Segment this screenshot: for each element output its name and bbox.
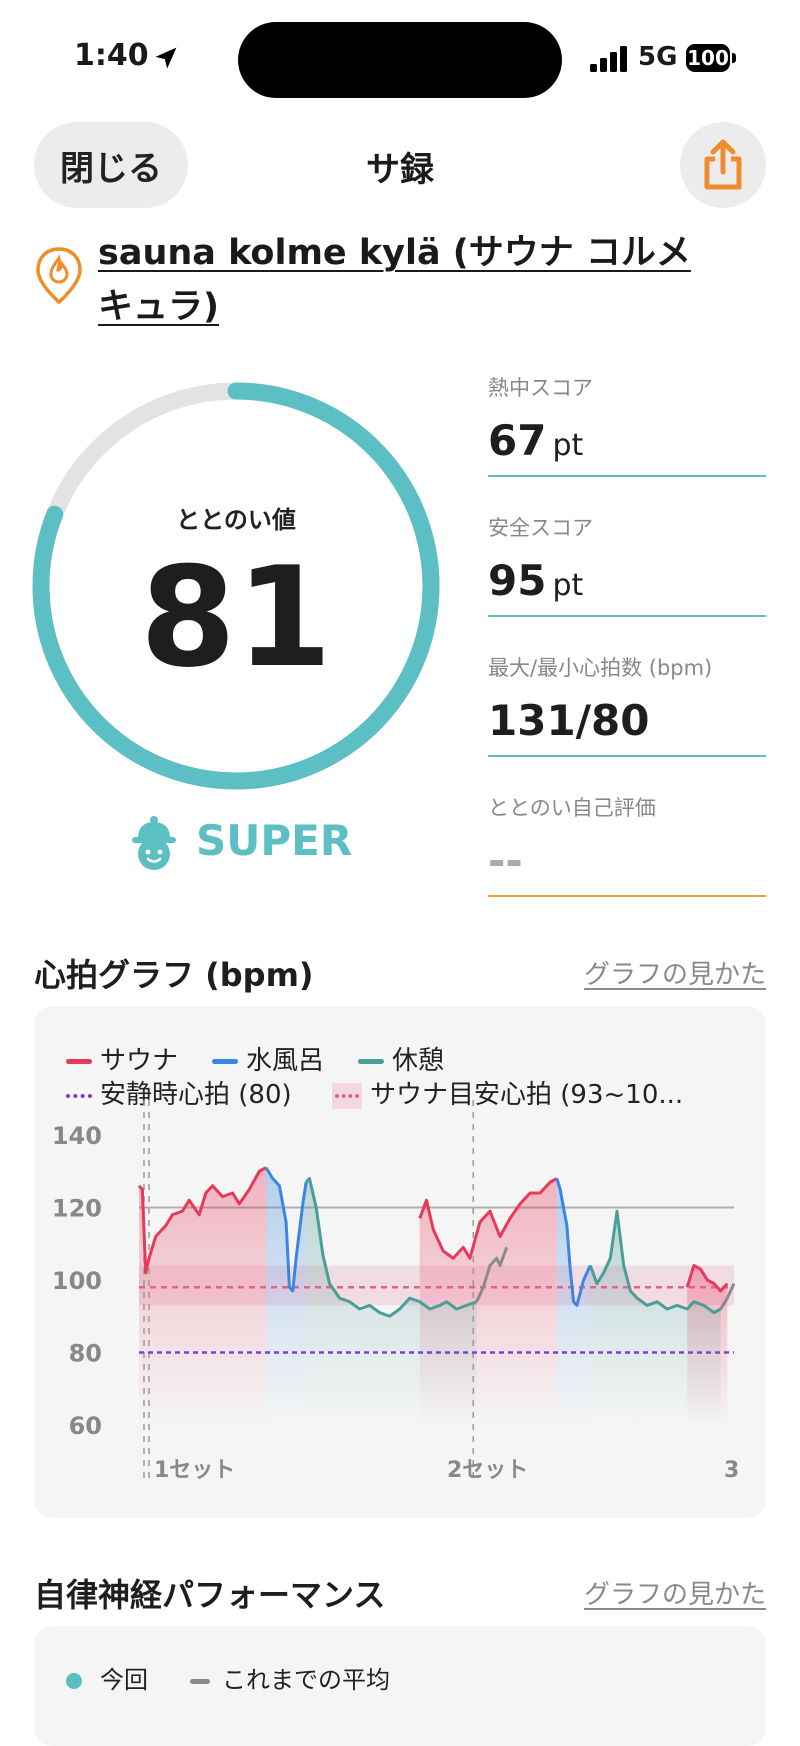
heart-graph-title: 心拍グラフ (bpm) [34, 956, 314, 994]
legend-rest-swatch [358, 1059, 384, 1064]
autonomic-title: 自律神経パフォーマンス [34, 1576, 386, 1614]
y-tick-label: 80 [69, 1340, 102, 1368]
autonomic-help-link[interactable]: グラフの見かた [584, 1574, 766, 1611]
safety-score-label: 安全スコア [488, 516, 593, 540]
area-fill [590, 1211, 721, 1425]
heart-rate-range-value: 131/80 [488, 696, 650, 745]
average-swatch [190, 1678, 210, 1684]
share-button[interactable] [680, 122, 766, 208]
y-tick-label: 120 [52, 1195, 102, 1223]
facility-name-link[interactable]: sauna kolme kylä (サウナ コルメキュラ) [98, 226, 698, 334]
divider [488, 615, 766, 617]
heat-score-label: 熱中スコア [488, 376, 593, 400]
legend-resting-swatch [66, 1093, 92, 1098]
set-label: 3 [724, 1458, 739, 1483]
legend-sauna: サウナ [66, 1040, 178, 1077]
self-rating-value[interactable]: -- [488, 836, 523, 885]
autonomic-legend-current: 今回 [66, 1660, 148, 1695]
legend-cold-swatch [212, 1059, 238, 1064]
y-tick-label: 60 [69, 1412, 102, 1440]
legend-cold: 水風呂 [212, 1040, 324, 1077]
status-time: 1:40 [74, 38, 149, 73]
heart-rate-range-label: 最大/最小心拍数 (bpm) [488, 656, 713, 680]
sauna-pin-icon [36, 247, 82, 305]
sauna-hat-mascot-icon [132, 816, 176, 870]
set-label: 2セット [447, 1458, 528, 1483]
y-tick-label: 100 [52, 1267, 102, 1295]
network-type: 5G [638, 42, 678, 72]
area-fill [266, 1167, 307, 1425]
divider [488, 755, 766, 757]
heart-graph-help-link[interactable]: グラフの見かた [584, 954, 766, 991]
legend-rest: 休憩 [358, 1040, 444, 1077]
rank-label: SUPER [196, 816, 353, 865]
autonomic-legend-average: これまでの平均 [190, 1660, 390, 1695]
close-button[interactable]: 閉じる [34, 122, 188, 208]
set-label: 1セット [154, 1458, 235, 1483]
battery-tip [732, 53, 736, 63]
self-rating-label: ととのい自己評価 [488, 796, 656, 820]
page-title: サ録 [366, 150, 434, 190]
safety-score-value: 95 pt [488, 556, 584, 605]
dynamic-island [238, 22, 562, 98]
battery-icon: 100 [686, 44, 730, 72]
heart-rate-chart: 140 120 100 80 60 1セット 2セット 3 [52, 1100, 739, 1483]
current-swatch [66, 1673, 82, 1689]
legend-sauna-swatch [66, 1059, 92, 1064]
gauge-label: ととのい値 [176, 506, 296, 534]
gauge-value: 81 [139, 537, 333, 698]
y-tick-label: 140 [52, 1122, 102, 1150]
share-icon [704, 139, 742, 190]
signal-icon [590, 46, 627, 72]
divider [488, 475, 766, 477]
location-arrow-icon [155, 47, 177, 69]
divider [488, 895, 766, 897]
heat-score-value: 67 pt [488, 416, 584, 465]
